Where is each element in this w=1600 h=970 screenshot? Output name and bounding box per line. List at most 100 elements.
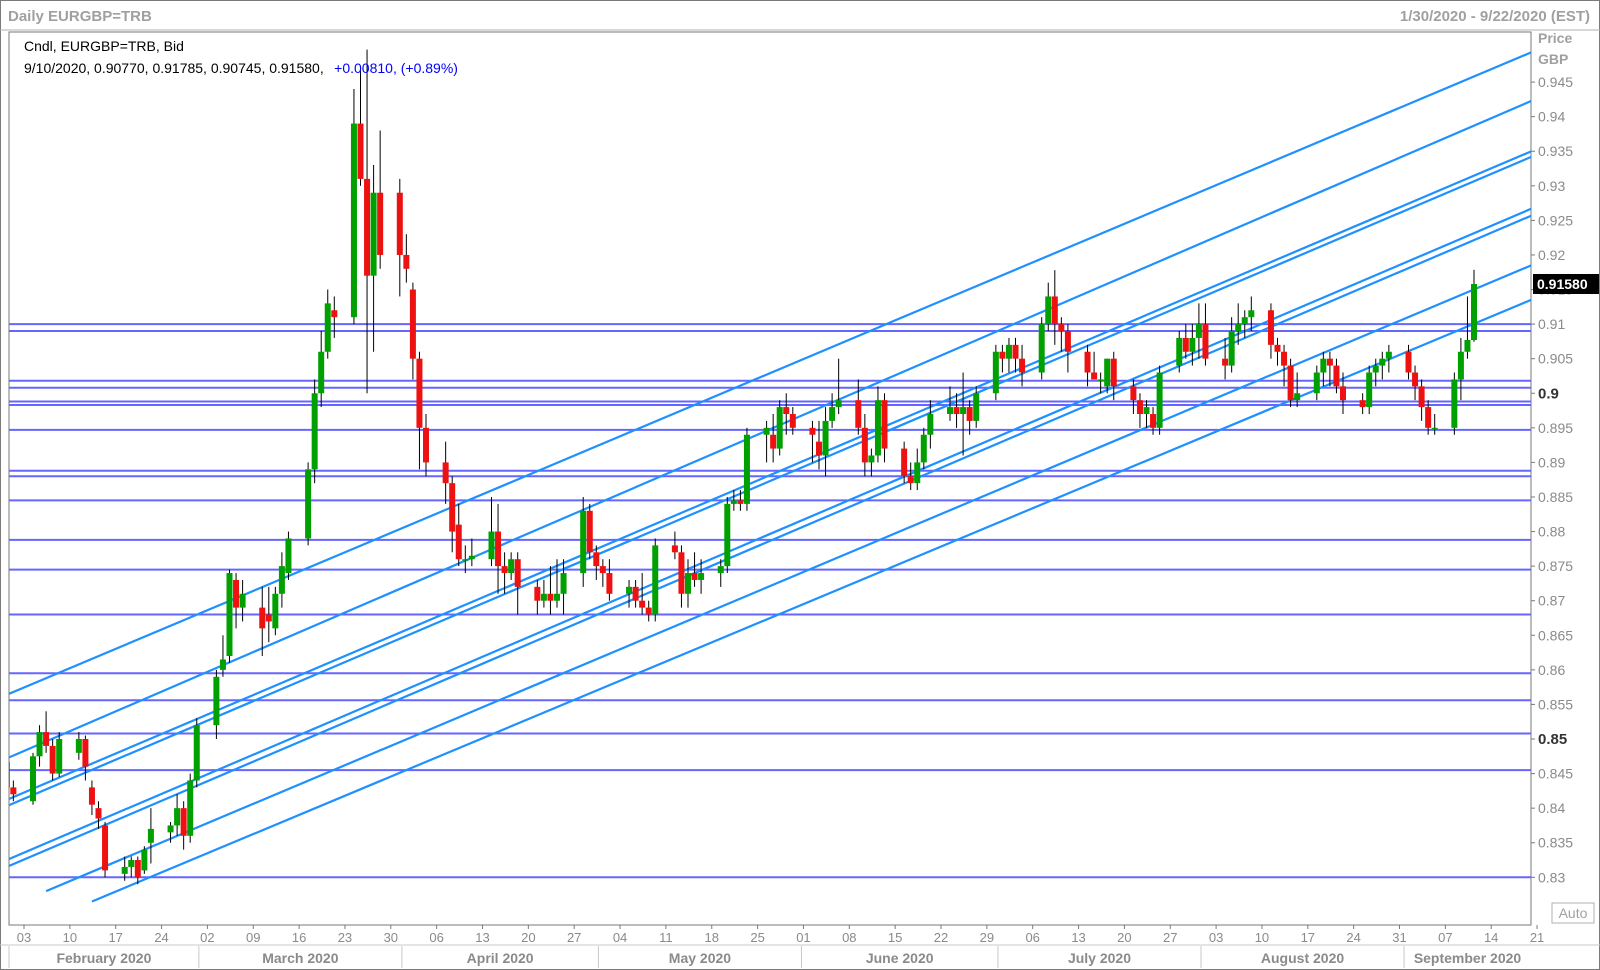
- last-price-label: 0.91580: [1537, 276, 1588, 292]
- candle-body: [501, 566, 508, 574]
- candle-body: [730, 500, 737, 504]
- candle-body: [809, 427, 816, 435]
- candle-body: [377, 192, 384, 255]
- price-tick-label: 0.84: [1538, 800, 1565, 816]
- candle-body: [272, 593, 279, 629]
- time-tick-label: 29: [980, 930, 994, 945]
- candle-body: [920, 434, 927, 463]
- plot-area[interactable]: [8, 31, 1532, 926]
- legend-series-line: Cndl, EURGBP=TRB, Bid: [24, 38, 184, 54]
- candle-body: [121, 866, 128, 874]
- candle-body: [763, 427, 770, 435]
- candle-body: [593, 552, 600, 567]
- candle-body: [396, 192, 403, 255]
- month-label: September 2020: [1414, 950, 1522, 966]
- candle-body: [914, 462, 921, 484]
- candle-up: [652, 538, 659, 622]
- time-tick-label: 02: [200, 930, 214, 945]
- candle-body: [1267, 310, 1274, 345]
- candle-body: [56, 739, 63, 774]
- month-label: March 2020: [262, 950, 338, 966]
- candle-body: [534, 586, 541, 601]
- candle-body: [193, 725, 200, 781]
- candle-body: [1130, 386, 1137, 401]
- time-tick-label: 07: [1438, 930, 1452, 945]
- candle-body: [1457, 351, 1464, 380]
- candle-body: [1064, 331, 1071, 352]
- candle-up: [743, 427, 750, 511]
- candle-body: [1176, 337, 1183, 366]
- date-range: 1/30/2020 - 9/22/2020 (EST): [1400, 8, 1590, 25]
- candle-up: [350, 88, 357, 325]
- candle-body: [626, 586, 633, 594]
- price-axis[interactable]: 0.83 0.835 0.84 0.845 0.85 0.855 0.86 0.865 0.87…: [1531, 74, 1573, 885]
- eurgbp-candlestick-chart: Daily EURGBP=TRB 1/30/2020 - 9/22/2020 (…: [0, 0, 1600, 970]
- candle-body: [1143, 407, 1150, 414]
- time-tick-label: 06: [1025, 930, 1039, 945]
- candle-body: [973, 393, 980, 421]
- price-tick-label: 0.875: [1538, 558, 1573, 574]
- price-tick-label: 0.895: [1538, 420, 1573, 436]
- candle-up: [226, 569, 233, 663]
- chart-title: Daily EURGBP=TRB: [8, 8, 152, 25]
- candle-body: [75, 739, 82, 753]
- candle-body: [36, 732, 43, 757]
- time-tick-label: 11: [659, 930, 673, 945]
- time-tick-label: 30: [384, 930, 398, 945]
- candle-body: [881, 400, 888, 449]
- candle-body: [1425, 407, 1432, 428]
- candle-body: [861, 427, 868, 463]
- candle-body: [586, 510, 593, 553]
- candle-body: [468, 555, 475, 560]
- price-tick-label: 0.845: [1538, 766, 1573, 782]
- candle-body: [992, 351, 999, 394]
- time-tick-label: 24: [154, 930, 168, 945]
- candle-body: [370, 192, 377, 276]
- candle-body: [43, 732, 50, 746]
- auto-button-label[interactable]: Auto: [1559, 905, 1588, 921]
- candle-body: [1051, 296, 1058, 325]
- month-label: February 2020: [56, 950, 151, 966]
- candle-body: [1202, 324, 1209, 359]
- candle-body: [1372, 365, 1379, 373]
- candle-body: [554, 593, 560, 601]
- time-tick-label: 06: [429, 930, 443, 945]
- candle-body: [403, 254, 410, 269]
- candle-body: [1012, 344, 1019, 359]
- candle-body: [652, 545, 659, 615]
- time-axis[interactable]: 03 10 17 24 02 09 16 23 30 06 13 20 27 04 11 18 25 01 08 15…: [0, 925, 1600, 968]
- candle-body: [1274, 344, 1281, 352]
- candle-body: [180, 808, 187, 836]
- candle-body: [1340, 386, 1346, 401]
- time-tick-label: 13: [475, 930, 489, 945]
- candle-body: [717, 566, 724, 574]
- price-tick-label: 0.905: [1538, 351, 1573, 367]
- candle-body: [645, 607, 652, 615]
- price-axis-currency: GBP: [1538, 51, 1568, 67]
- candle-body: [1195, 324, 1202, 338]
- price-tick-label: 0.86: [1538, 662, 1565, 678]
- candle-body: [606, 573, 613, 594]
- candle-body: [1294, 393, 1301, 401]
- candle-body: [1058, 324, 1065, 332]
- candle-body: [599, 566, 606, 574]
- candle-down: [1287, 358, 1294, 408]
- candle-body: [1110, 358, 1117, 387]
- time-tick-label: 20: [1117, 930, 1131, 945]
- candle-body: [1379, 358, 1386, 366]
- candle-up: [1038, 317, 1045, 380]
- candle-body: [678, 552, 685, 594]
- candle-body: [868, 455, 875, 463]
- candle-body: [409, 289, 416, 359]
- time-tick-label: 22: [934, 930, 948, 945]
- price-tick-label: 0.92: [1538, 247, 1565, 263]
- candle-body: [907, 476, 914, 484]
- candle-body: [324, 303, 331, 352]
- candle-body: [547, 593, 554, 601]
- candle-body: [311, 393, 318, 470]
- auto-scale-button[interactable]: Auto: [1551, 902, 1595, 924]
- month-label: July 2020: [1068, 950, 1131, 966]
- candle-body: [1431, 427, 1438, 430]
- candle-body: [1189, 337, 1196, 352]
- price-tick-label: 0.91: [1538, 316, 1565, 332]
